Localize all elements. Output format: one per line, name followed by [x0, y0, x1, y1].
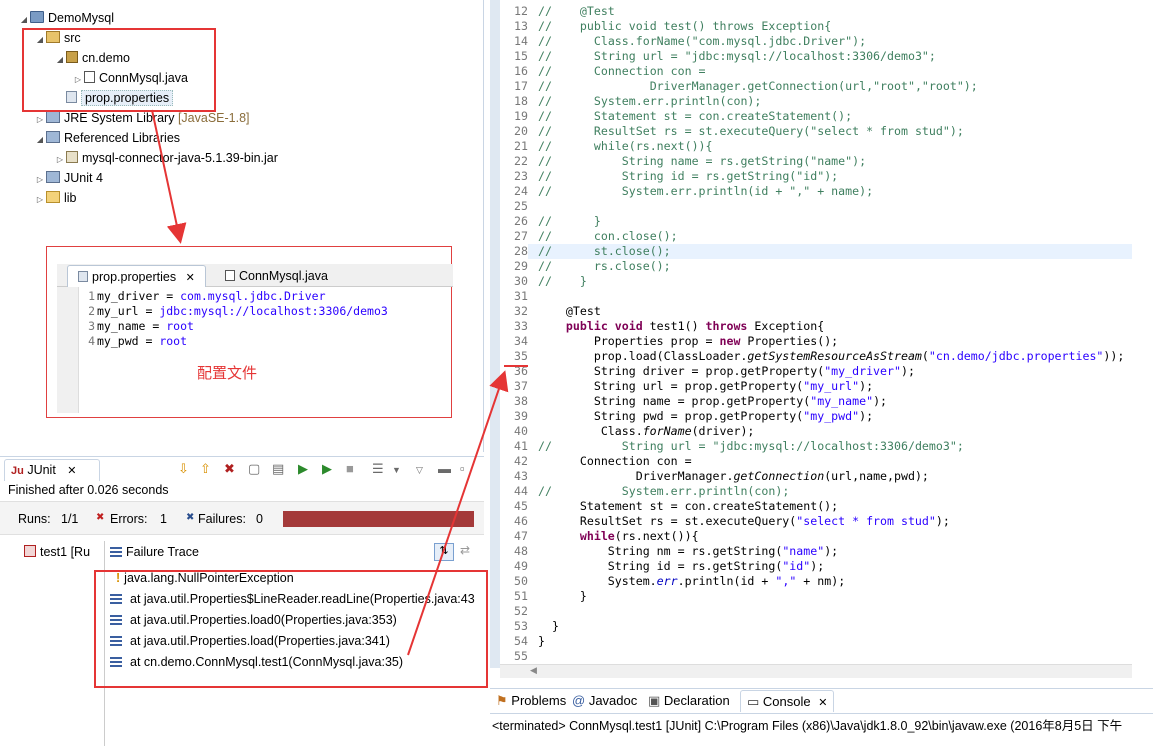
arrow-trace-to-code [407, 370, 509, 656]
annotation-arrows [151, 109, 528, 656]
arrow-src-to-props [151, 109, 187, 244]
